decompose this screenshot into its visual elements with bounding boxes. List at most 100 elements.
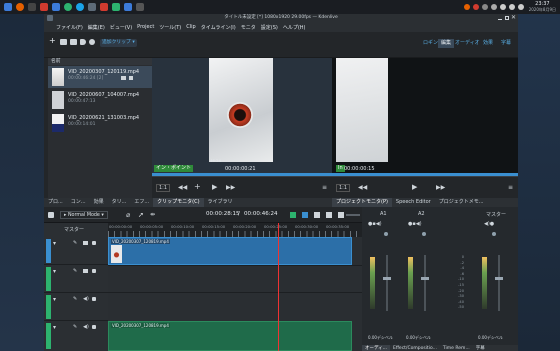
tab-audio-mixer[interactable]: オーディ... xyxy=(362,345,390,351)
youtube-icon[interactable] xyxy=(100,3,108,11)
app-blue-icon[interactable] xyxy=(124,3,132,11)
terminal-icon[interactable] xyxy=(28,3,36,11)
tray-shield-icon[interactable] xyxy=(490,4,497,10)
menu-edit[interactable]: 編集(E) xyxy=(88,24,105,31)
razor-icon[interactable]: ⌀ xyxy=(126,211,130,219)
track-lock-a1-icon[interactable] xyxy=(92,297,96,301)
mixer-a1-balance[interactable] xyxy=(384,232,388,236)
menu-settings[interactable]: 設定(S) xyxy=(261,24,278,31)
track-target-v1[interactable] xyxy=(46,267,51,291)
tab-transitions[interactable]: タリ... xyxy=(108,198,131,207)
menu-file[interactable]: ファイル(F) xyxy=(56,24,83,31)
window-titlebar[interactable]: タイトル未設定 [*] 1080x1920 29.00fps — Kdenliv… xyxy=(44,14,518,22)
collapse-a1-icon[interactable]: ▾ xyxy=(53,296,56,303)
mixer-a1-tools[interactable]: ●▪◀) xyxy=(368,221,382,227)
preview-render-icon[interactable] xyxy=(338,212,344,218)
mixer-master-balance[interactable] xyxy=(492,232,496,236)
timeline-mode-select[interactable]: ▸ Normal Mode ▾ xyxy=(60,211,108,219)
mixer-a1-fader[interactable] xyxy=(386,255,388,311)
bin-clip[interactable]: VID_20200607_104007.mp4 00:00:47:13 xyxy=(48,89,152,111)
extract-icon[interactable] xyxy=(326,212,332,218)
project-zoom-select[interactable]: 1:1 xyxy=(336,184,351,192)
tab-subtitles[interactable]: 字幕 xyxy=(473,345,488,351)
mixer-master-tools[interactable]: ◀)● xyxy=(484,221,494,227)
clip-add-icon[interactable]: + xyxy=(194,182,201,191)
folder-icon[interactable] xyxy=(60,39,67,45)
layout-subtitles[interactable]: 字幕 xyxy=(498,39,514,48)
tab-clip-monitor[interactable]: クリップモニタ(C) xyxy=(153,198,204,207)
project-play-icon[interactable]: ▶ xyxy=(412,183,417,191)
tray-red-icon[interactable] xyxy=(472,4,479,10)
track-edit-a2-icon[interactable]: ✎ xyxy=(73,324,77,330)
tab-library[interactable]: ライブラリ xyxy=(204,198,237,207)
timeline-position[interactable]: 00:00:28:15 xyxy=(206,211,240,217)
tag-icon[interactable] xyxy=(80,39,86,45)
tab-project-notes[interactable]: プロジェクトメモ... xyxy=(435,198,488,207)
clip-zoom-select[interactable]: 1:1 xyxy=(156,184,171,192)
track-mute-a1-icon[interactable]: ◀) xyxy=(83,296,89,302)
track-menu-icon[interactable] xyxy=(48,212,54,218)
tab-compositions[interactable]: コン... xyxy=(67,198,90,207)
track-target-a1[interactable] xyxy=(46,295,51,319)
close-icon[interactable]: ✕ xyxy=(511,14,516,22)
select-tool-icon[interactable]: ➚ xyxy=(138,211,144,219)
menu-clip[interactable]: Clip xyxy=(186,24,195,30)
clip-monitor[interactable]: イン・ポイント 46:24 00:00:00:21 xyxy=(152,58,332,176)
timeline-tracks[interactable]: VID_20200307_120819.mp4 VID_20200307_120… xyxy=(108,223,362,351)
timeline-ruler[interactable]: 00:00:00:00 00:00:05:00 00:00:10:00 00:0… xyxy=(108,223,362,237)
insert-icon[interactable] xyxy=(290,212,296,218)
track-mute-a2-icon[interactable]: ◀) xyxy=(83,324,89,330)
clip-prev-icon[interactable]: ◀◀ xyxy=(178,184,187,191)
layout-audio[interactable]: オーディオ xyxy=(452,39,483,48)
menu-tools[interactable]: ツール(T) xyxy=(159,24,181,31)
layout-effects[interactable]: 効果 xyxy=(480,39,496,48)
mixer-master-fader-handle[interactable] xyxy=(495,277,503,280)
track-visibility-v2-icon[interactable]: ✎ xyxy=(73,240,77,246)
track-lock-v2-icon[interactable] xyxy=(92,241,96,245)
track-edit-a1-icon[interactable]: ✎ xyxy=(73,296,77,302)
clock[interactable]: 23:37 2020年8月9日 xyxy=(529,2,556,13)
minimize-icon[interactable] xyxy=(498,16,502,20)
menu-monitor[interactable]: モニタ xyxy=(241,24,256,31)
tab-time-remapping[interactable]: Time Rem... xyxy=(440,346,473,351)
tab-speech-editor[interactable]: Speech Editor xyxy=(392,198,435,207)
tab-effects[interactable]: 効果 xyxy=(90,198,108,207)
menu-help[interactable]: ヘルプ(H) xyxy=(283,24,306,31)
settings-icon[interactable] xyxy=(89,39,95,45)
bin-clip[interactable]: VID_20200307_120119.mp4 00:00:46:24 [2] xyxy=(48,66,152,88)
firefox-icon[interactable] xyxy=(16,3,24,11)
app-green-icon[interactable] xyxy=(112,3,120,11)
track-target-a2[interactable] xyxy=(46,323,51,349)
app-dark-icon[interactable] xyxy=(136,3,144,11)
menu-project[interactable]: Project xyxy=(137,24,154,30)
mixer-a1-fader-handle[interactable] xyxy=(383,277,391,280)
tray-volume-icon[interactable] xyxy=(508,4,515,10)
tab-project-bin[interactable]: プロ... xyxy=(44,198,67,207)
playhead[interactable] xyxy=(278,223,279,351)
app-menu-icon[interactable] xyxy=(4,3,12,11)
telegram-icon[interactable] xyxy=(76,3,84,11)
spacer-tool-icon[interactable]: ⇹ xyxy=(150,211,155,218)
track-target-v2[interactable] xyxy=(46,239,51,263)
app-red-icon[interactable] xyxy=(40,3,48,11)
zoom-slider[interactable] xyxy=(346,214,360,216)
tray-battery-icon[interactable] xyxy=(517,4,524,10)
tab-effect-composition[interactable]: Effect/Compositio... xyxy=(390,346,440,351)
clip-next-icon[interactable]: ▶▶ xyxy=(226,184,235,191)
mixer-a2-fader[interactable] xyxy=(424,255,426,311)
chrome-icon[interactable] xyxy=(64,3,72,11)
mixer-a2-balance[interactable] xyxy=(422,232,426,236)
tray-network-icon[interactable] xyxy=(499,4,506,10)
menu-timeline[interactable]: タイムライン(I) xyxy=(201,24,236,31)
project-forward-icon[interactable]: ▶▶ xyxy=(436,184,445,191)
project-monitor[interactable]: In 00:00:00:15 xyxy=(332,58,518,176)
files-icon[interactable] xyxy=(52,3,60,11)
timeline-video-clip[interactable]: VID_20200307_120819.mp4 xyxy=(108,237,352,265)
menu-view[interactable]: ビュー(V) xyxy=(110,24,132,31)
project-rewind-icon[interactable]: ◀◀ xyxy=(358,184,367,191)
lift-icon[interactable] xyxy=(314,212,320,218)
track-video-v1-icon[interactable] xyxy=(83,269,88,273)
clip-menu-icon[interactable]: ≡ xyxy=(322,184,327,191)
bin-header[interactable]: 名前 xyxy=(48,58,152,65)
clip-play-icon[interactable]: ▶ xyxy=(212,183,217,191)
